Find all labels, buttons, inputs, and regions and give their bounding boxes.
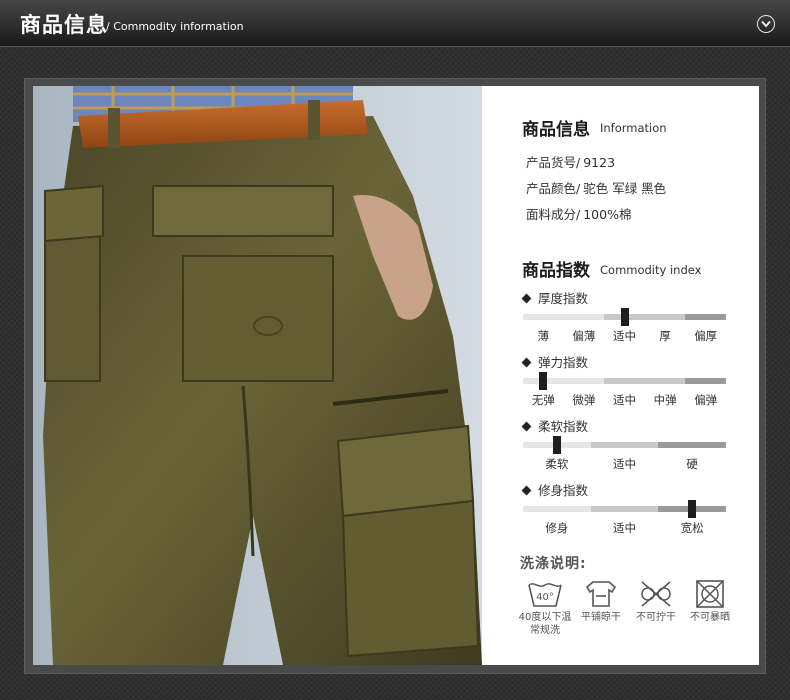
product-photo <box>33 86 482 665</box>
index-name-text: 厚度指数 <box>538 291 589 306</box>
index-bar-segment <box>590 506 659 512</box>
index-level-label: 宽松 <box>680 521 704 535</box>
index-name-text: 修身指数 <box>538 483 589 498</box>
do-not-sun-dry-icon <box>692 579 728 609</box>
attribute-label: 产品货号/ <box>526 155 581 170</box>
index-title-en: Commodity index <box>600 263 702 277</box>
do-not-wring-icon <box>638 579 674 609</box>
info-title-en: Information <box>600 121 667 135</box>
attribute-value: 9123 <box>583 155 616 170</box>
index-bar <box>523 372 726 390</box>
diamond-bullet-icon <box>521 293 532 304</box>
diamond-bullet-icon <box>521 357 532 368</box>
index-marker <box>539 372 548 390</box>
index-level-label: 适中 <box>613 457 636 471</box>
attribute-row: 产品货号/9123 <box>526 152 618 171</box>
index-bar-segment <box>685 378 726 384</box>
index-level-label: 适中 <box>613 329 636 343</box>
dry-flat-icon <box>583 579 619 609</box>
index-marker <box>620 308 629 326</box>
header-title: 商品信息 <box>20 13 108 37</box>
index-name-text: 弹力指数 <box>538 355 589 370</box>
care-label-dry: 平铺晾干 <box>581 611 621 624</box>
index-bar-segment <box>644 314 686 320</box>
attribute-label: 产品颜色/ <box>526 181 581 196</box>
attribute-row: 面料成分/100%棉 <box>526 204 634 223</box>
index-name: 修身指数 <box>521 480 589 499</box>
care-label-line: 常规洗 <box>529 625 560 636</box>
index-bar <box>523 308 726 326</box>
care-title: 洗涤说明: <box>520 556 587 572</box>
index-level-label: 薄 <box>537 329 550 343</box>
index-level-label: 中弹 <box>653 393 677 407</box>
index-level-label: 偏弹 <box>694 393 718 407</box>
index-name: 弹力指数 <box>521 352 589 371</box>
index-level-label: 偏厚 <box>694 329 718 343</box>
index-bar-segment <box>563 314 605 320</box>
index-marker <box>688 500 697 518</box>
attribute-value: 100%棉 <box>583 207 632 222</box>
index-level-label: 硬 <box>686 457 698 471</box>
index-title: 商品指数 <box>522 261 590 281</box>
diamond-bullet-icon <box>521 421 532 432</box>
index-level-label: 无弹 <box>531 393 555 407</box>
index-bar-segment <box>563 378 605 384</box>
care-label-line: 平铺晾干 <box>581 612 621 623</box>
index-bar-segment <box>523 506 591 512</box>
chevron-down-circle-icon[interactable] <box>757 15 775 33</box>
header-subtitle: / Commodity information <box>106 20 244 33</box>
index-level-label: 适中 <box>613 393 636 407</box>
info-title: 商品信息 <box>522 120 590 140</box>
index-level-label: 适中 <box>613 521 636 535</box>
attribute-row: 产品颜色/驼色 军绿 黑色 <box>526 178 669 197</box>
index-bar-segment <box>658 442 727 448</box>
care-label-line: 不可拧干 <box>636 612 676 623</box>
care-label-wash: 40度以下温 常规洗 <box>519 611 572 637</box>
care-label-sun: 不可暴晒 <box>690 611 730 624</box>
index-bar-segment <box>604 378 645 384</box>
index-level-label: 厚 <box>659 329 671 343</box>
index-level-label: 柔软 <box>545 457 569 471</box>
index-level-label: 修身 <box>545 521 569 535</box>
index-name: 厚度指数 <box>521 288 589 307</box>
diamond-bullet-icon <box>521 485 532 496</box>
index-bar-segment <box>523 314 564 320</box>
care-label-wring: 不可拧干 <box>636 611 676 624</box>
index-bar-segment <box>685 314 726 320</box>
product-frame: 商品信息 Information 产品货号/9123 产品颜色/驼色 军绿 黑色… <box>24 78 766 674</box>
care-label-line: 不可暴晒 <box>690 612 730 623</box>
header-band: 商品信息 / Commodity information <box>0 0 790 47</box>
index-bar <box>523 500 727 518</box>
info-panel: 商品信息 Information 产品货号/9123 产品颜色/驼色 军绿 黑色… <box>482 86 759 665</box>
index-name: 柔软指数 <box>521 416 589 435</box>
index-name-text: 柔软指数 <box>538 419 589 434</box>
index-bar <box>523 436 727 454</box>
attribute-value: 驼色 军绿 黑色 <box>583 181 667 196</box>
care-label-line: 40度以下温 <box>518 612 572 623</box>
index-marker <box>552 436 561 454</box>
index-level-label: 微弹 <box>572 393 596 407</box>
attribute-label: 面料成分/ <box>526 207 581 222</box>
wash-40-icon: 40° <box>527 579 563 609</box>
index-bar-segment <box>590 442 659 448</box>
index-bar-segment <box>644 378 686 384</box>
index-level-label: 偏薄 <box>572 329 596 343</box>
wash-temp: 40° <box>536 592 554 603</box>
